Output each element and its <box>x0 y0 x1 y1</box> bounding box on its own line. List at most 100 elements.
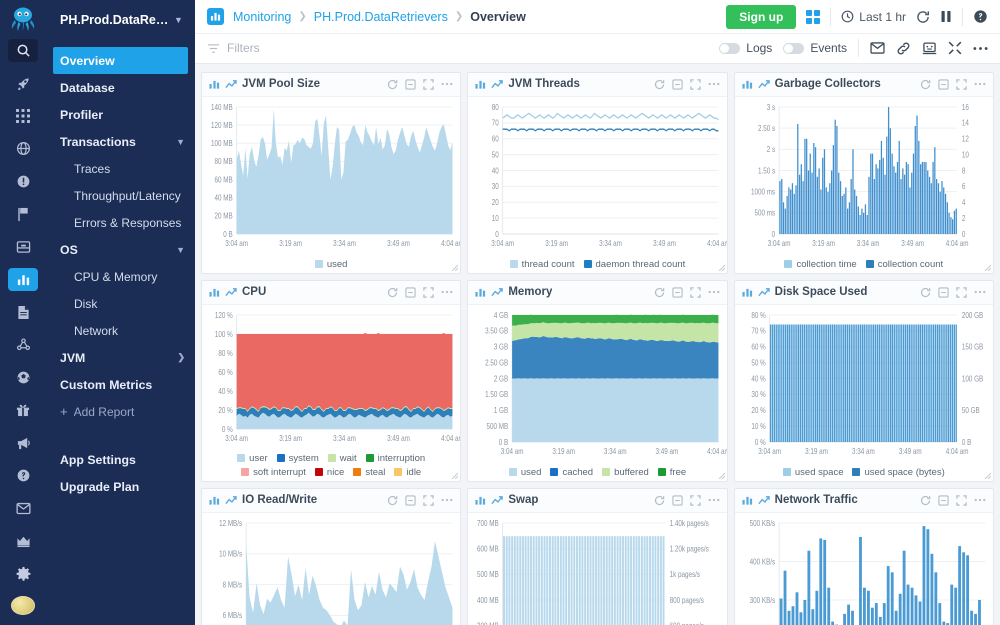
more-icon[interactable] <box>441 290 453 294</box>
minimize-icon[interactable] <box>938 495 949 506</box>
time-range-selector[interactable]: Last 1 hr <box>841 10 906 24</box>
help-circle-icon[interactable] <box>8 464 38 487</box>
legend-item[interactable]: idle <box>394 467 421 478</box>
legend-item[interactable]: nice <box>315 467 344 478</box>
expand-icon[interactable] <box>948 41 962 55</box>
monitor-icon[interactable] <box>922 42 937 55</box>
sidebar-item-upgrade-plan[interactable]: Upgrade Plan <box>46 473 195 500</box>
network-nodes-icon[interactable] <box>8 334 38 357</box>
soccer-ball-icon[interactable] <box>8 366 38 389</box>
fullscreen-icon[interactable] <box>423 495 434 506</box>
megaphone-icon[interactable] <box>8 432 38 455</box>
refresh-icon[interactable] <box>654 79 665 90</box>
panel-chart[interactable]: 2 MB/s4 MB/s6 MB/s8 MB/s10 MB/s12 MB/s <box>202 513 460 625</box>
more-icon[interactable] <box>974 82 986 86</box>
refresh-icon[interactable] <box>920 495 931 506</box>
sidebar-item-overview[interactable]: Overview <box>53 47 188 74</box>
sidebar-item-throughput-latency[interactable]: Throughput/Latency <box>46 182 195 209</box>
globe-icon[interactable] <box>8 137 38 160</box>
legend-item[interactable]: user <box>237 453 267 464</box>
minimize-icon[interactable] <box>405 495 416 506</box>
fullscreen-icon[interactable] <box>690 79 701 90</box>
minimize-icon[interactable] <box>672 495 683 506</box>
legend-item[interactable]: used space <box>783 467 844 478</box>
rocket-icon[interactable] <box>8 72 38 95</box>
more-icon[interactable] <box>974 498 986 502</box>
minimize-icon[interactable] <box>672 287 683 298</box>
search-icon[interactable] <box>8 39 38 62</box>
minimize-icon[interactable] <box>405 79 416 90</box>
refresh-icon[interactable] <box>654 287 665 298</box>
refresh-icon[interactable] <box>387 495 398 506</box>
legend-item[interactable]: cached <box>550 467 593 478</box>
sidebar-item-app-settings[interactable]: App Settings <box>46 446 195 473</box>
more-icon[interactable] <box>708 82 720 86</box>
refresh-icon[interactable] <box>387 287 398 298</box>
legend-item[interactable]: interruption <box>366 453 426 464</box>
resize-handle[interactable] <box>984 472 991 479</box>
sidebar-item-custom-metrics[interactable]: Custom Metrics <box>46 371 195 398</box>
panel-chart[interactable]: 100 KB/s200 KB/s300 KB/s400 KB/s500 KB/s <box>735 513 993 625</box>
panel-chart[interactable]: 0 %10 %20 %30 %40 %50 %60 %70 %80 %0 B50… <box>735 305 993 481</box>
legend-item[interactable]: buffered <box>602 467 649 478</box>
panel-chart[interactable]: 0 %20 %40 %60 %80 %100 %120 %3:04 am3:19… <box>202 305 460 481</box>
flag-icon[interactable] <box>8 203 38 226</box>
sidebar-item-cpu-memory[interactable]: CPU & Memory <box>46 263 195 290</box>
document-icon[interactable] <box>8 301 38 324</box>
sidebar-item-profiler[interactable]: Profiler <box>46 101 195 128</box>
refresh-icon[interactable] <box>654 495 665 506</box>
settings-gear-icon[interactable] <box>8 563 38 586</box>
more-icon[interactable] <box>708 290 720 294</box>
link-icon[interactable] <box>896 41 911 56</box>
events-toggle[interactable]: Events <box>783 41 847 55</box>
alert-icon[interactable] <box>8 170 38 193</box>
refresh-icon[interactable] <box>920 79 931 90</box>
fullscreen-icon[interactable] <box>423 79 434 90</box>
legend-item[interactable]: wait <box>328 453 357 464</box>
apps-grid-icon[interactable] <box>806 10 820 24</box>
panel-chart[interactable]: 0500 ms1000 ms1.50 s2 s2.50 s3 s02468101… <box>735 97 993 273</box>
legend-item[interactable]: free <box>658 467 686 478</box>
resize-handle[interactable] <box>718 472 725 479</box>
sidebar-item-transactions[interactable]: Transactions▼ <box>46 128 195 155</box>
project-selector[interactable]: PH.Prod.DataRetrie... ▼ <box>46 0 195 40</box>
minimize-icon[interactable] <box>405 287 416 298</box>
sidebar-item-disk[interactable]: Disk <box>46 290 195 317</box>
octopus-logo[interactable] <box>0 4 46 34</box>
help-circle-icon[interactable] <box>973 9 988 24</box>
minimize-icon[interactable] <box>938 79 949 90</box>
legend-item[interactable]: collection time <box>784 259 856 270</box>
resize-handle[interactable] <box>718 264 725 271</box>
sidebar-item-os[interactable]: OS▼ <box>46 236 195 263</box>
resize-handle[interactable] <box>451 264 458 271</box>
refresh-icon[interactable] <box>916 10 930 24</box>
fullscreen-icon[interactable] <box>956 495 967 506</box>
legend-item[interactable]: used <box>509 467 542 478</box>
legend-item[interactable]: steal <box>353 467 385 478</box>
resize-handle[interactable] <box>451 472 458 479</box>
crown-icon[interactable] <box>8 530 38 553</box>
sign-up-button[interactable]: Sign up <box>726 5 796 29</box>
legend-item[interactable]: soft interrupt <box>241 467 306 478</box>
legend-item[interactable]: system <box>277 453 319 464</box>
sidebar-item-add-report[interactable]: +Add Report <box>46 398 195 425</box>
refresh-icon[interactable] <box>387 79 398 90</box>
sidebar-item-database[interactable]: Database <box>46 74 195 101</box>
user-avatar[interactable] <box>11 596 35 615</box>
more-icon[interactable] <box>974 290 986 294</box>
legend-item[interactable]: thread count <box>510 259 575 270</box>
fullscreen-icon[interactable] <box>956 287 967 298</box>
refresh-icon[interactable] <box>920 287 931 298</box>
sidebar-item-traces[interactable]: Traces <box>46 155 195 182</box>
resize-handle[interactable] <box>984 264 991 271</box>
fullscreen-icon[interactable] <box>690 495 701 506</box>
panel-chart[interactable]: 0 B20 MB40 MB60 MB80 MB100 MB120 MB140 M… <box>202 97 460 273</box>
sidebar-item-network[interactable]: Network <box>46 317 195 344</box>
panel-chart[interactable]: 0 B500 MB1 GB1.50 GB2 GB2.50 GB3 GB3.50 … <box>468 305 726 481</box>
fullscreen-icon[interactable] <box>690 287 701 298</box>
mail-icon[interactable] <box>870 42 885 54</box>
more-icon[interactable] <box>708 498 720 502</box>
minimize-icon[interactable] <box>938 287 949 298</box>
gift-icon[interactable] <box>8 399 38 422</box>
more-icon[interactable] <box>441 82 453 86</box>
